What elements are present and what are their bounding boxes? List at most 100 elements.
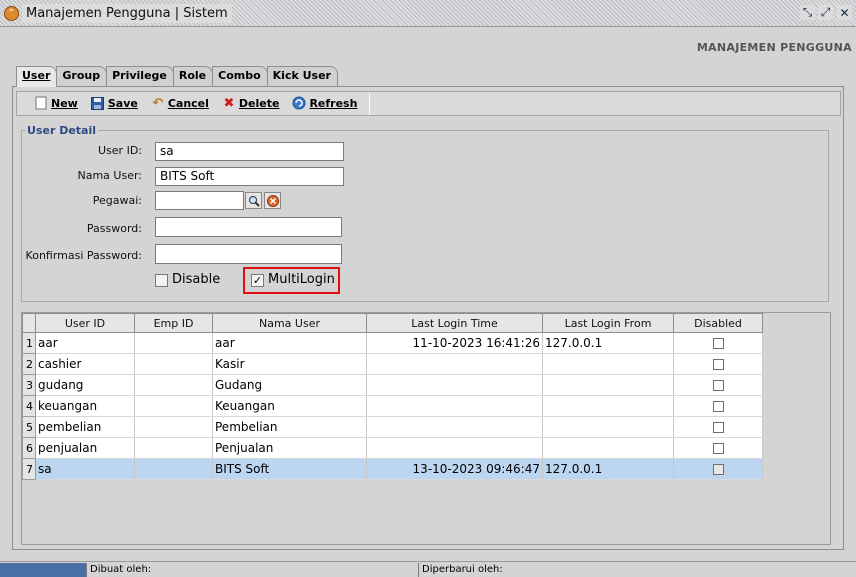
- updated-by-label: Diperbarui oleh:: [418, 563, 856, 577]
- tab-group[interactable]: Group: [56, 66, 108, 86]
- table-header-row: User ID Emp ID Nama User Last Login Time…: [22, 313, 763, 333]
- app-icon: ⌃: [4, 6, 19, 21]
- cell-emp-id: [134, 332, 213, 354]
- cell-emp-id: [134, 374, 213, 396]
- restore-icon[interactable]: ⤡: [800, 5, 815, 20]
- disabled-checkbox[interactable]: [712, 359, 724, 370]
- cell-user-id: cashier: [35, 353, 135, 375]
- cell-disabled: [673, 437, 763, 459]
- table-row-selected[interactable]: 7 sa BITS Soft 13-10-2023 09:46:47 127.0…: [22, 458, 763, 480]
- disabled-checkbox[interactable]: [712, 401, 724, 412]
- tab-kick-user[interactable]: Kick User: [266, 66, 338, 86]
- page-heading: MANAJEMEN PENGGUNA: [696, 41, 852, 54]
- cell-nama-user: Penjualan: [212, 437, 367, 459]
- row-number: 6: [22, 437, 36, 459]
- cell-last-login-from: [542, 395, 674, 417]
- new-document-icon: [34, 96, 48, 110]
- cell-user-id: keuangan: [35, 395, 135, 417]
- disabled-checkbox[interactable]: [712, 464, 724, 475]
- nama-user-input[interactable]: BITS Soft: [155, 167, 344, 186]
- cell-last-login-time: 11-10-2023 16:41:26: [366, 332, 543, 354]
- disabled-checkbox[interactable]: [712, 443, 724, 454]
- cell-disabled: [673, 395, 763, 417]
- cell-disabled: [673, 374, 763, 396]
- cell-last-login-time: [366, 374, 543, 396]
- disabled-checkbox[interactable]: [712, 422, 724, 433]
- tab-combo[interactable]: Combo: [212, 66, 268, 86]
- refresh-button[interactable]: Refresh: [289, 92, 363, 115]
- disable-label: Disable: [172, 272, 221, 287]
- cell-last-login-time: 13-10-2023 09:46:47: [366, 458, 543, 480]
- user-detail-group: [21, 130, 829, 302]
- title-bar: ⌃ Manajemen Pengguna | Sistem ⤡ ⤢ ✕: [0, 0, 856, 27]
- column-header[interactable]: Last Login Time: [366, 313, 543, 333]
- delete-button[interactable]: ✖ Delete: [219, 92, 286, 115]
- cell-nama-user: Gudang: [212, 374, 367, 396]
- disable-checkbox[interactable]: [155, 274, 168, 287]
- cell-emp-id: [134, 353, 213, 375]
- cell-last-login-from: 127.0.0.1: [542, 458, 674, 480]
- row-number: 7: [22, 458, 36, 480]
- new-button[interactable]: New: [31, 92, 84, 115]
- column-header[interactable]: Emp ID: [134, 313, 213, 333]
- save-button[interactable]: Save: [88, 92, 144, 115]
- cell-nama-user: Keuangan: [212, 395, 367, 417]
- column-header[interactable]: User ID: [35, 313, 135, 333]
- search-icon[interactable]: [245, 192, 262, 209]
- toolbar-separator: [369, 92, 371, 115]
- row-number: 5: [22, 416, 36, 438]
- tab-privilege[interactable]: Privilege: [106, 66, 174, 86]
- status-indicator: [0, 563, 86, 577]
- cell-last-login-time: [366, 353, 543, 375]
- multilogin-label: MultiLogin: [268, 272, 335, 287]
- cell-emp-id: [134, 416, 213, 438]
- cell-disabled: [673, 416, 763, 438]
- pegawai-label: Pegawai:: [92, 194, 142, 207]
- konfirmasi-password-label: Konfirmasi Password:: [25, 249, 142, 262]
- konfirmasi-password-input[interactable]: [155, 244, 342, 264]
- user-detail-legend: User Detail: [25, 124, 99, 137]
- disabled-checkbox[interactable]: [712, 380, 724, 391]
- table-row[interactable]: 2 cashier Kasir: [22, 353, 763, 375]
- cell-user-id: aar: [35, 332, 135, 354]
- clear-icon[interactable]: [264, 192, 281, 209]
- password-label: Password:: [86, 222, 142, 235]
- close-icon[interactable]: ✕: [837, 5, 852, 20]
- cell-nama-user: aar: [212, 332, 367, 354]
- table-row[interactable]: 3 gudang Gudang: [22, 374, 763, 396]
- maximize-icon[interactable]: ⤢: [818, 5, 833, 20]
- toolbar: New Save ↶ Cancel ✖ Delete Refresh: [16, 91, 841, 116]
- tab-role[interactable]: Role: [172, 66, 214, 86]
- password-input[interactable]: [155, 217, 342, 237]
- pegawai-input[interactable]: [155, 191, 244, 210]
- table-row[interactable]: 1 aar aar 11-10-2023 16:41:26 127.0.0.1: [22, 332, 763, 354]
- multilogin-checkbox[interactable]: ✓: [251, 274, 264, 287]
- undo-icon: ↶: [152, 95, 164, 111]
- cell-disabled: [673, 332, 763, 354]
- table-row[interactable]: 4 keuangan Keuangan: [22, 395, 763, 417]
- table-row[interactable]: 6 penjualan Penjualan: [22, 437, 763, 459]
- cancel-button[interactable]: ↶ Cancel: [148, 92, 215, 115]
- cell-disabled: [673, 353, 763, 375]
- cell-disabled: [673, 458, 763, 480]
- window-title: Manajemen Pengguna | Sistem: [22, 4, 232, 23]
- disabled-checkbox[interactable]: [712, 338, 724, 349]
- row-number: 1: [22, 332, 36, 354]
- cell-emp-id: [134, 437, 213, 459]
- created-by-label: Dibuat oleh:: [86, 563, 418, 577]
- row-number: 2: [22, 353, 36, 375]
- cell-user-id: gudang: [35, 374, 135, 396]
- cell-nama-user: Kasir: [212, 353, 367, 375]
- user-id-input[interactable]: sa: [155, 142, 344, 161]
- row-number: 3: [22, 374, 36, 396]
- cell-last-login-from: [542, 416, 674, 438]
- column-header[interactable]: Nama User: [212, 313, 367, 333]
- tab-user[interactable]: User: [16, 66, 58, 87]
- column-header[interactable]: Last Login From: [542, 313, 674, 333]
- cell-last-login-from: [542, 374, 674, 396]
- cell-user-id: penjualan: [35, 437, 135, 459]
- cell-last-login-time: [366, 416, 543, 438]
- row-number: 4: [22, 395, 36, 417]
- table-row[interactable]: 5 pembelian Pembelian: [22, 416, 763, 438]
- column-header[interactable]: Disabled: [673, 313, 763, 333]
